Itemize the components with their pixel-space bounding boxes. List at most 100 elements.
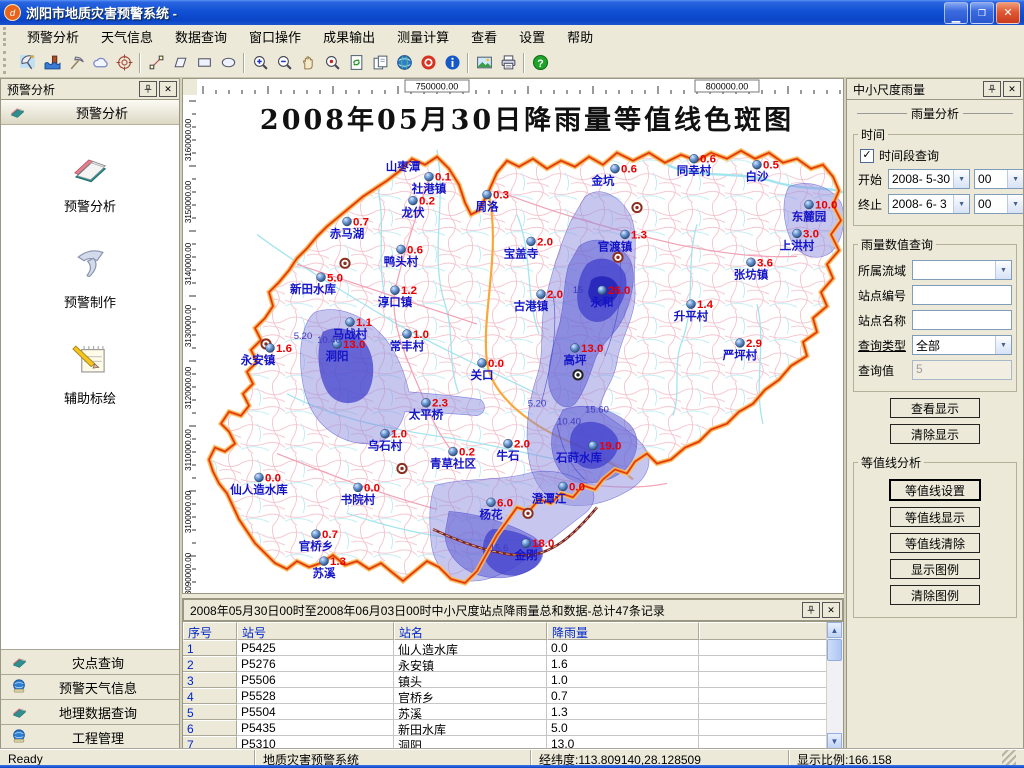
globe-icon[interactable]	[392, 51, 416, 74]
pickaxe-icon[interactable]	[64, 51, 88, 74]
column-header-站号[interactable]: 站号	[237, 622, 394, 640]
chevron-down-icon[interactable]: ▼	[995, 261, 1011, 279]
sidebar-item-预警分析[interactable]: 预警分析	[1, 147, 179, 215]
chevron-down-icon[interactable]: ▼	[953, 195, 969, 213]
menu-item-预警分析[interactable]: 预警分析	[16, 27, 90, 48]
sidebar-item-预警制作[interactable]: 预警制作	[1, 243, 179, 311]
查看显示-button[interactable]: 查看显示	[890, 398, 980, 418]
basin-select[interactable]: ▼	[912, 260, 1012, 280]
svg-text:永安镇: 永安镇	[240, 353, 276, 367]
ellipse-tool-icon[interactable]	[216, 51, 240, 74]
sidebar-item-辅助标绘[interactable]: 辅助标绘	[1, 339, 179, 407]
restore-button[interactable]: ❐	[970, 2, 994, 24]
column-header-站名[interactable]: 站名	[394, 622, 547, 640]
menu-item-窗口操作[interactable]: 窗口操作	[238, 27, 312, 48]
scroll-thumb[interactable]	[827, 639, 842, 661]
close-icon[interactable]: ✕	[159, 81, 177, 97]
image-icon[interactable]	[472, 51, 496, 74]
map-canvas[interactable]: 0.1社港镇0.2龙伏0.3周洛0.6金坑0.6同幸村0.5白沙0.7赤马湖0.…	[197, 95, 843, 593]
line-tool-icon[interactable]	[144, 51, 168, 74]
sidebar-item-label: 辅助标绘	[64, 388, 116, 407]
polygon-tool-icon[interactable]	[168, 51, 192, 74]
table-row[interactable]: 4P5528官桥乡0.7	[183, 688, 827, 704]
rectangle-tool-icon[interactable]	[192, 51, 216, 74]
svg-text:牛石: 牛石	[497, 449, 520, 463]
copy-pages-icon[interactable]	[368, 51, 392, 74]
refresh-page-icon[interactable]	[344, 51, 368, 74]
tool-large-icon	[70, 243, 110, 286]
table-row[interactable]: 2P5276永安镇1.6	[183, 656, 827, 672]
zoom-out-icon[interactable]	[272, 51, 296, 74]
toolbar-separator	[243, 53, 245, 73]
table-row[interactable]: 3P5506镇头1.0	[183, 672, 827, 688]
svg-text:2.3: 2.3	[432, 398, 448, 410]
end-date-select[interactable]: 2008- 6- 3 ▼	[888, 194, 970, 214]
table-row[interactable]: 7P5310洞阳13.0	[183, 736, 827, 749]
sidebar-nav-灾点查询[interactable]: 灾点查询	[1, 649, 179, 674]
target-icon[interactable]	[112, 51, 136, 74]
等值线显示-button[interactable]: 等值线显示	[890, 507, 980, 527]
sidebar-group-header[interactable]: 预警分析	[1, 100, 179, 125]
chevron-down-icon[interactable]: ▼	[1007, 195, 1023, 213]
sidebar-nav-预警天气信息[interactable]: 预警天气信息	[1, 674, 179, 699]
zoom-select-icon[interactable]	[320, 51, 344, 74]
menu-item-天气信息[interactable]: 天气信息	[90, 27, 164, 48]
menubar-grip[interactable]	[3, 27, 13, 45]
sidebar-nav-工程管理[interactable]: 工程管理	[1, 724, 179, 749]
start-date-select[interactable]: 2008- 5-30 ▼	[888, 169, 970, 189]
menu-item-成果输出[interactable]: 成果输出	[312, 27, 386, 48]
info-icon[interactable]	[440, 51, 464, 74]
minimize-button[interactable]: ▁	[944, 2, 968, 24]
table-row[interactable]: 5P5504苏溪1.3	[183, 704, 827, 720]
清除显示-button[interactable]: 清除显示	[890, 424, 980, 444]
table-row[interactable]: 6P5435新田水库5.0	[183, 720, 827, 736]
menu-item-数据查询[interactable]: 数据查询	[164, 27, 238, 48]
chevron-down-icon[interactable]: ▼	[953, 170, 969, 188]
scroll-down-icon[interactable]: ▼	[827, 733, 842, 749]
contour-value-label: 10.40	[557, 417, 581, 428]
close-button[interactable]: ✕	[996, 2, 1020, 24]
清除图例-button[interactable]: 清除图例	[890, 585, 980, 605]
query-type-select[interactable]: 全部 ▼	[912, 335, 1012, 355]
svg-text:0.0: 0.0	[265, 472, 281, 484]
menu-item-测量计算[interactable]: 测量计算	[386, 27, 460, 48]
toolbar-grip[interactable]	[3, 51, 13, 74]
close-icon[interactable]: ✕	[822, 602, 840, 618]
等值线设置-button[interactable]: 等值线设置	[889, 479, 981, 501]
chevron-down-icon[interactable]: ▼	[995, 336, 1011, 354]
table-row[interactable]: 1P5425仙人造水库0.0	[183, 640, 827, 656]
显示图例-button[interactable]: 显示图例	[890, 559, 980, 579]
menu-item-查看[interactable]: 查看	[460, 27, 508, 48]
pan-hand-icon[interactable]	[296, 51, 320, 74]
pin-icon[interactable]	[802, 602, 820, 618]
menu-item-设置[interactable]: 设置	[508, 27, 556, 48]
radar-icon[interactable]	[16, 51, 40, 74]
chevron-down-icon[interactable]: ▼	[1007, 170, 1023, 188]
scroll-up-icon[interactable]: ▲	[827, 622, 842, 638]
zoom-in-icon[interactable]	[248, 51, 272, 74]
column-header-序号[interactable]: 序号	[183, 622, 237, 640]
start-hour-select[interactable]: 00 ▼	[974, 169, 1024, 189]
svg-text:上洪村: 上洪村	[780, 238, 815, 252]
station-id-input[interactable]	[912, 285, 1012, 305]
column-header-降雨量[interactable]: 降雨量	[547, 622, 699, 640]
rain-analysis-caption: 雨量分析	[853, 105, 1017, 122]
close-icon[interactable]: ✕	[1003, 81, 1021, 97]
等值线清除-button[interactable]: 等值线清除	[890, 533, 980, 553]
help-icon[interactable]: ?	[528, 51, 552, 74]
stop-icon[interactable]	[416, 51, 440, 74]
flood-icon[interactable]	[40, 51, 64, 74]
pin-icon[interactable]	[983, 81, 1001, 97]
menu-item-帮助[interactable]: 帮助	[556, 27, 604, 48]
svg-text:书院村: 书院村	[341, 492, 376, 506]
time-range-checkbox[interactable]: ✓	[860, 149, 874, 163]
sidebar-nav-地理数据查询[interactable]: 地理数据查询	[1, 699, 179, 724]
table-scrollbar[interactable]: ▲ ▼	[826, 622, 843, 749]
cloud-icon[interactable]	[88, 51, 112, 74]
svg-text:高坪: 高坪	[564, 353, 588, 367]
end-hour-select[interactable]: 00 ▼	[974, 194, 1024, 214]
pin-icon[interactable]	[139, 81, 157, 97]
print-icon[interactable]	[496, 51, 520, 74]
data-grid: 序号站号站名降雨量1P5425仙人造水库0.02P5276永安镇1.63P550…	[183, 621, 843, 749]
station-name-input[interactable]	[912, 310, 1012, 330]
